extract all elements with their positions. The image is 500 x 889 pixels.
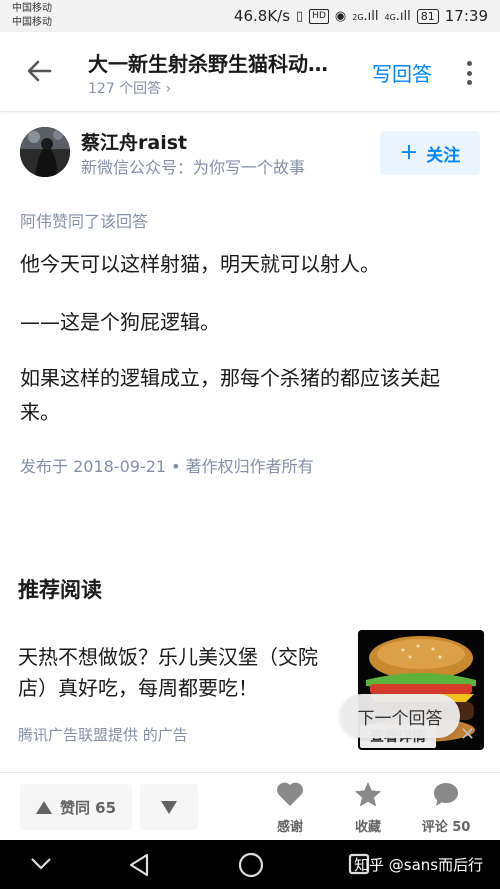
heart-icon (277, 782, 303, 806)
favorite-label: 收藏 (354, 820, 381, 835)
collapse-chevron-icon[interactable] (30, 857, 52, 871)
voted-by-note: 阿伟赞同了该回答 (20, 212, 149, 231)
chevron-right-icon: › (165, 81, 172, 97)
battery-icon: 81 (416, 8, 439, 24)
triangle-down-icon (161, 800, 177, 814)
question-title[interactable]: 大一新生射杀野生猫科动… (88, 48, 358, 77)
status-bar: 中国移动 中国移动 46.8K/s ▯ HD ◉ 2G.ıll 4G.ıll 8… (0, 0, 500, 32)
star-icon (355, 782, 381, 807)
back-arrow-icon (27, 60, 52, 82)
answer-paragraph: 他今天可以这样射猫，明天就可以射人。 (20, 252, 380, 276)
ad-source: 腾讯广告联盟提供 的广告 (18, 726, 188, 744)
signal-icon: 4G.ıll (384, 8, 411, 24)
nav-home-icon[interactable] (238, 852, 264, 878)
author-name[interactable]: 蔡江舟raist (81, 128, 187, 155)
thanks-label: 感谢 (276, 820, 303, 835)
publish-meta: 发布于 2018-09-21 • 著作权归作者所有 (20, 457, 314, 476)
avatar[interactable] (20, 127, 70, 177)
vote-down-button[interactable] (140, 784, 198, 830)
thanks-button[interactable]: 感谢 (260, 781, 320, 835)
comment-button[interactable]: 评论 50 (416, 781, 476, 835)
signal-label: 2G (352, 12, 364, 22)
author-bio: 新微信公众号：为你写一个故事 (81, 158, 306, 177)
favorite-button[interactable]: 收藏 (338, 781, 398, 835)
watermark: 知乎 @sans而后行 (354, 856, 484, 874)
carrier-label: 中国移动 (12, 17, 52, 28)
follow-button[interactable]: + 关注 (380, 131, 480, 175)
hd-icon: HD (309, 8, 329, 24)
vote-up-label: 赞同 65 (59, 798, 117, 817)
next-answer-button[interactable]: 下一个回答 (340, 694, 460, 738)
close-icon[interactable]: ✕ (460, 724, 475, 745)
vote-up-button[interactable]: 赞同 65 (20, 784, 132, 830)
plus-icon: + (399, 140, 419, 165)
answer-paragraph: ——这是个狗屁逻辑。 (20, 310, 220, 334)
network-speed: 46.8K/s (233, 7, 291, 25)
back-button[interactable] (22, 54, 56, 88)
nav-back-icon[interactable] (128, 853, 150, 877)
write-answer-button[interactable]: 写回答 (372, 58, 432, 87)
more-options-icon[interactable] (459, 58, 479, 88)
signal-icon: 2G.ıll (352, 8, 379, 24)
answer-count-link[interactable]: 127 个回答 › (88, 78, 171, 98)
carrier-label: 中国移动 (12, 3, 52, 14)
ad-headline[interactable]: 天热不想做饭？乐儿美汉堡（交院店）真好吃，每周都要吃！ (18, 642, 338, 704)
vibrate-icon: ▯ (296, 8, 304, 24)
eye-icon: ◉ (334, 8, 347, 24)
section-title: 推荐阅读 (18, 578, 102, 602)
clock: 17:39 (444, 7, 488, 25)
answer-paragraph: 如果这样的逻辑成立，那每个杀猪的都应该关起来。 (20, 366, 440, 424)
follow-label: 关注 (426, 145, 461, 166)
answer-count: 127 个回答 (88, 81, 162, 97)
app-bar: 大一新生射杀野生猫科动… 127 个回答 › 写回答 (0, 32, 500, 112)
signal-label: 4G (384, 12, 396, 22)
comment-bubble-icon (434, 783, 458, 806)
action-bar: 赞同 65 感谢 收藏 评论 50 (0, 772, 500, 840)
comment-label: 评论 50 (421, 820, 471, 835)
triangle-up-icon (35, 800, 52, 814)
